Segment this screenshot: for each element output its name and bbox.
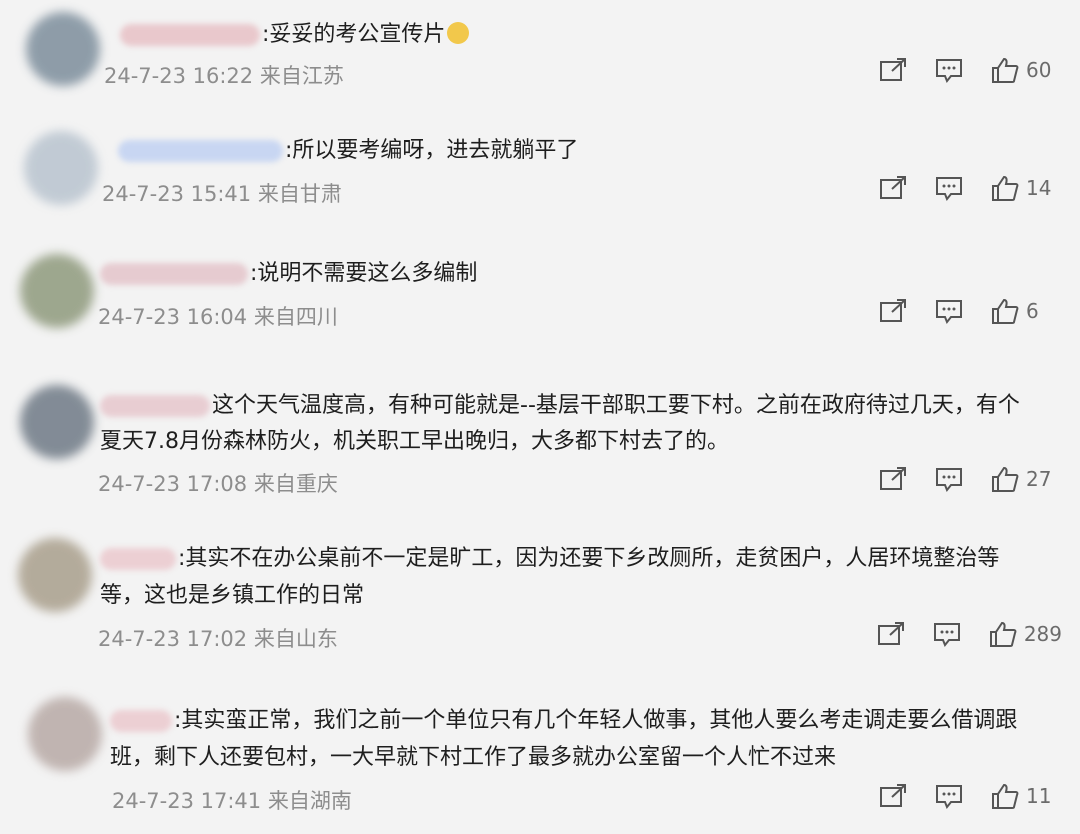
comment-icon[interactable]	[934, 782, 964, 810]
comment-text-continued: 等，这也是乡镇工作的日常	[100, 583, 365, 608]
comment-meta: 24-7-23 17:08 来自重庆	[98, 468, 338, 498]
comment-text: :其实蛮正常，我们之前一个单位只有几个年轻人做事，其他人要么考走调走要么借调跟	[110, 702, 1017, 740]
comment-meta: 24-7-23 16:04 来自四川	[98, 301, 338, 331]
comment-text: :其实不在办公桌前不一定是旷工，因为还要下乡改厕所，走贫困户，人居环境整治等	[100, 540, 999, 578]
comment-item: 这个天气温度高，有种可能就是--基层干部职工要下村。之前在政府待过几天，有个 夏…	[0, 367, 1080, 522]
emoji-icon	[447, 22, 470, 44]
thumbs-up-icon[interactable]	[990, 782, 1020, 810]
comment-date: 24-7-23 15:41	[102, 182, 252, 206]
comment-meta: 24-7-23 15:41 来自甘肃	[102, 178, 342, 208]
thumbs-up-icon[interactable]	[990, 56, 1020, 84]
share-icon[interactable]	[878, 56, 908, 84]
like-count: 6	[1026, 299, 1039, 323]
comment-meta: 24-7-23 17:41 来自湖南	[112, 785, 352, 815]
comment-actions: 11	[852, 782, 1062, 810]
comment-icon[interactable]	[934, 56, 964, 84]
comment-actions: 14	[852, 174, 1062, 202]
avatar[interactable]	[20, 254, 94, 328]
username[interactable]	[100, 263, 248, 285]
like-count: 289	[1023, 622, 1062, 646]
comment-location: 来自湖南	[267, 789, 352, 813]
comment-item: :所以要考编呀，进去就躺平了 24-7-23 15:41 来自甘肃 14	[0, 115, 1080, 237]
avatar[interactable]	[26, 12, 100, 86]
comment-text-continued: 夏天7.8月份森林防火，机关职工早出晚归，大多都下村去了的。	[100, 429, 729, 454]
share-icon[interactable]	[878, 297, 908, 325]
like-count: 60	[1026, 58, 1052, 82]
username[interactable]	[100, 548, 176, 570]
thumbs-up-icon[interactable]	[988, 620, 1018, 648]
like-count: 14	[1026, 176, 1052, 200]
comment-text: :妥妥的考公宣传片	[120, 16, 471, 54]
comment-date: 24-7-23 16:04	[98, 305, 248, 329]
comment-location: 来自山东	[253, 627, 338, 651]
comment-text: :说明不需要这么多编制	[100, 255, 477, 293]
comment-item: :其实不在办公桌前不一定是旷工，因为还要下乡改厕所，走贫困户，人居环境整治等 等…	[0, 522, 1080, 677]
comment-icon[interactable]	[934, 174, 964, 202]
avatar[interactable]	[20, 385, 94, 459]
comment-text: 这个天气温度高，有种可能就是--基层干部职工要下村。之前在政府待过几天，有个	[100, 387, 1020, 425]
comment-location: 来自重庆	[253, 472, 338, 496]
username[interactable]	[100, 395, 210, 417]
share-icon[interactable]	[878, 174, 908, 202]
thumbs-up-icon[interactable]	[990, 174, 1020, 202]
comment-location: 来自四川	[253, 305, 338, 329]
comment-actions: 289	[850, 620, 1062, 648]
comment-location: 来自江苏	[259, 64, 344, 88]
share-icon[interactable]	[878, 782, 908, 810]
comment-item: :妥妥的考公宣传片 24-7-23 16:22 来自江苏 60	[0, 0, 1080, 115]
share-icon[interactable]	[878, 465, 908, 493]
avatar[interactable]	[18, 538, 92, 612]
comment-meta: 24-7-23 16:22 来自江苏	[104, 60, 344, 90]
avatar[interactable]	[24, 131, 98, 205]
comment-actions: 27	[852, 465, 1062, 493]
username[interactable]	[118, 140, 283, 162]
comment-icon[interactable]	[934, 465, 964, 493]
comment-icon[interactable]	[932, 620, 962, 648]
comment-date: 24-7-23 16:22	[104, 64, 254, 88]
comment-date: 24-7-23 17:08	[98, 472, 248, 496]
comment-location: 来自甘肃	[257, 182, 342, 206]
comment-item: :说明不需要这么多编制 24-7-23 16:04 来自四川 6	[0, 237, 1080, 367]
comment-actions: 6	[852, 297, 1062, 325]
comment-item: :其实蛮正常，我们之前一个单位只有几个年轻人做事，其他人要么考走调走要么借调跟 …	[0, 677, 1080, 834]
share-icon[interactable]	[876, 620, 906, 648]
thumbs-up-icon[interactable]	[990, 465, 1020, 493]
username[interactable]	[120, 24, 260, 46]
comment-icon[interactable]	[934, 297, 964, 325]
comment-actions: 60	[852, 56, 1062, 84]
comment-date: 24-7-23 17:41	[112, 789, 262, 813]
like-count: 27	[1026, 467, 1052, 491]
avatar[interactable]	[28, 697, 102, 771]
comment-meta: 24-7-23 17:02 来自山东	[98, 623, 338, 653]
username[interactable]	[110, 710, 172, 732]
thumbs-up-icon[interactable]	[990, 297, 1020, 325]
comment-text: :所以要考编呀，进去就躺平了	[118, 132, 578, 170]
like-count: 11	[1026, 784, 1052, 808]
comment-text-continued: 班，剩下人还要包村，一大早就下村工作了最多就办公室留一个人忙不过来	[110, 745, 837, 770]
comment-date: 24-7-23 17:02	[98, 627, 248, 651]
